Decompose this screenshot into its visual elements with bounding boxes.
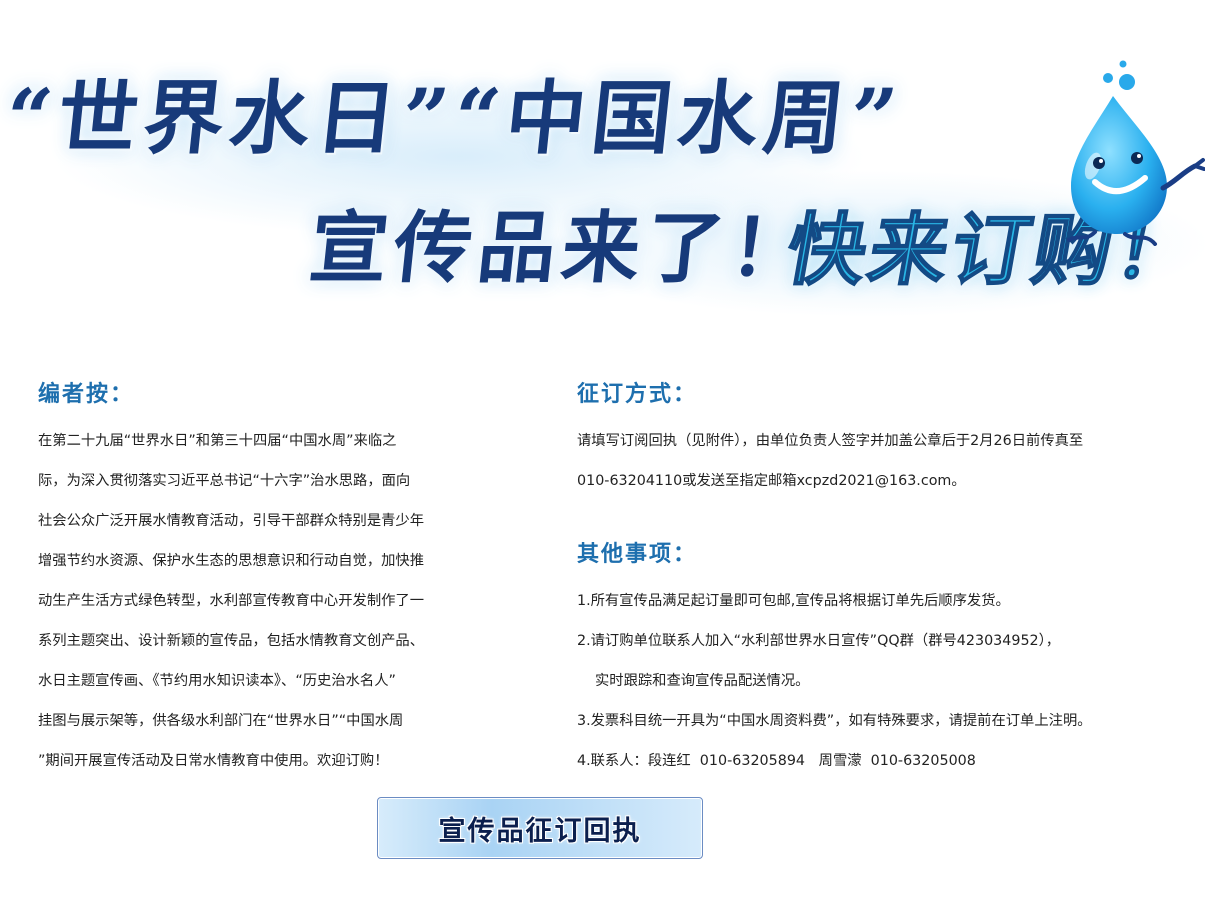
editor-note-body: 在第二十九届“世界水日”和第三十四届“中国水周”来临之 际，为深入贯彻落实习近平… xyxy=(38,421,508,781)
editor-note-line: 挂图与展示架等，供各级水利部门在“世界水日”“中国水周 xyxy=(38,713,404,729)
editor-note-line: 动生产生活方式绿色转型，水利部宣传教育中心开发制作了一 xyxy=(38,593,425,609)
subscription-line: 请填写订阅回执（见附件），由单位负责人签字并加盖公章后于2月26日前传真至 xyxy=(577,433,1084,449)
other-matters-heading: 其他事项： xyxy=(577,542,698,567)
other-matters-item: 3.发票科目统一开具为“中国水周资料费”，如有特殊要求，请提前在订单上注明。 xyxy=(577,713,1092,729)
info-section: 征订方式： 请填写订阅回执（见附件），由单位负责人签字并加盖公章后于2月26日前… xyxy=(577,380,1207,781)
editor-note-line: 水日主题宣传画、《节约用水知识读本》、“历史治水名人” xyxy=(38,673,396,689)
editor-note-section: 编者按： 在第二十九届“世界水日”和第三十四届“中国水周”来临之 际，为深入贯彻… xyxy=(38,380,508,781)
subscription-body: 请填写订阅回执（见附件），由单位负责人签字并加盖公章后于2月26日前传真至 01… xyxy=(577,421,1207,501)
editor-note-line: 系列主题突出、设计新颖的宣传品，包括水情教育文创产品、 xyxy=(38,633,425,649)
editor-note-line: ”期间开展宣传活动及日常水情教育中使用。欢迎订购！ xyxy=(38,753,389,769)
other-matters-list: 1.所有宣传品满足起订量即可包邮,宣传品将根据订单先后顺序发货。 2.请订购单位… xyxy=(577,581,1207,781)
banner-title-line1: “世界水日”“中国水周” xyxy=(1,71,908,165)
editor-note-line: 增强节约水资源、保护水生态的思想意识和行动自觉，加快推 xyxy=(38,553,425,569)
other-matters-item: 实时跟踪和查询宣传品配送情况。 xyxy=(595,673,810,689)
other-matters-item: 4.联系人：段连红 010-63205894 周雪濛 010-63205008 xyxy=(577,753,976,769)
other-matters-item: 1.所有宣传品满足起订量即可包邮,宣传品将根据订单先后顺序发货。 xyxy=(577,593,1010,609)
receipt-form-button[interactable]: 宣传品征订回执 xyxy=(377,797,703,859)
subscription-line: 010-63204110或发送至指定邮箱xcpzd2021@163.com。 xyxy=(577,473,966,489)
banner-title-line2: 宣传品来了！ xyxy=(305,203,819,294)
editor-note-line: 在第二十九届“世界水日”和第三十四届“中国水周”来临之 xyxy=(38,433,397,449)
editor-note-heading: 编者按： xyxy=(38,382,135,407)
other-matters-item: 2.请订购单位联系人加入“水利部世界水日宣传”QQ群（群号423034952）， xyxy=(577,633,1061,649)
editor-note-line: 社会公众广泛开展水情教育活动，引导干部群众特别是青少年 xyxy=(38,513,425,529)
page: “世界水日”“中国水周” 宣传品来了！ 快来订购！ 编者按： 在第二十九届“世界… xyxy=(0,0,1209,918)
title-banner: “世界水日”“中国水周” 宣传品来了！ 快来订购！ xyxy=(0,0,1209,330)
receipt-form-button-label: 宣传品征订回执 xyxy=(438,815,642,847)
subscription-heading: 征订方式： xyxy=(577,382,698,407)
editor-note-line: 际，为深入贯彻落实习近平总书记“十六字”治水思路，面向 xyxy=(38,473,411,489)
water-drop-mascot-icon xyxy=(1067,60,1205,246)
